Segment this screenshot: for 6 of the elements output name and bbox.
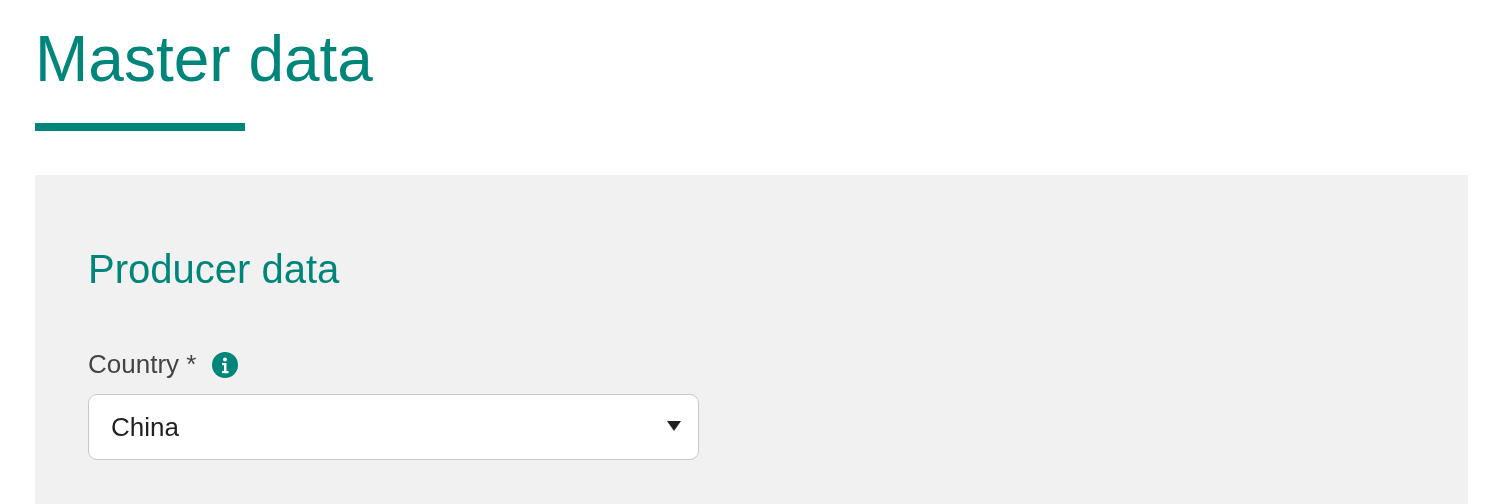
select-field[interactable]: China — [88, 394, 699, 461]
page-title: Master data — [35, 22, 374, 97]
field-label: Country * — [88, 348, 197, 382]
info-icon[interactable] — [212, 351, 239, 378]
caret-icon — [667, 421, 681, 432]
section-title: Producer data — [88, 246, 341, 294]
